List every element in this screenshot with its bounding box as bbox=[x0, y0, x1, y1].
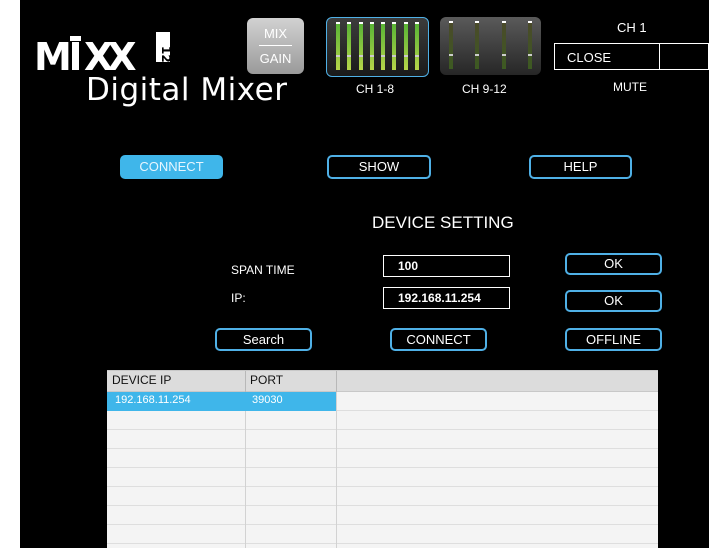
fader-marker bbox=[528, 54, 532, 56]
nav-show-button[interactable]: SHOW bbox=[327, 155, 431, 179]
level-meter-bar bbox=[381, 24, 385, 70]
column-divider bbox=[336, 392, 337, 548]
svg-text:M: M bbox=[34, 35, 72, 76]
nav-connect-button[interactable]: CONNECT bbox=[120, 155, 223, 179]
span-time-input[interactable]: 100 bbox=[383, 255, 510, 277]
level-meter-bar bbox=[415, 24, 419, 70]
column-header-device-ip: DEVICE IP bbox=[112, 373, 172, 387]
fader-marker bbox=[347, 55, 351, 57]
peak-marker bbox=[336, 22, 340, 24]
level-meter-bar bbox=[475, 23, 479, 69]
fader-marker bbox=[404, 55, 408, 57]
ip-input[interactable]: 192.168.11.254 bbox=[383, 287, 510, 309]
svg-text:12: 12 bbox=[159, 46, 173, 63]
channel-extra-box bbox=[658, 43, 709, 70]
device-ip-cell: 192.168.11.254 bbox=[115, 394, 191, 406]
peak-marker bbox=[370, 22, 374, 24]
level-meter-bar bbox=[370, 24, 374, 70]
peak-marker bbox=[381, 22, 385, 24]
fader-marker bbox=[475, 54, 479, 56]
device-setting-title: DEVICE SETTING bbox=[372, 213, 514, 232]
peak-marker bbox=[347, 22, 351, 24]
column-header-port: PORT bbox=[250, 373, 284, 387]
mute-label[interactable]: MUTE bbox=[613, 80, 647, 94]
close-button[interactable]: CLOSE bbox=[554, 43, 660, 70]
mix-gain-toggle[interactable]: MIX GAIN bbox=[247, 18, 304, 74]
table-row[interactable] bbox=[107, 411, 658, 430]
table-row[interactable] bbox=[107, 449, 658, 468]
offline-button[interactable]: OFFLINE bbox=[565, 328, 662, 351]
meter-label-ch9-12: CH 9-12 bbox=[462, 82, 507, 96]
table-row[interactable] bbox=[107, 525, 658, 544]
level-meter-bar bbox=[347, 24, 351, 70]
header-divider bbox=[336, 371, 337, 392]
level-meter-bar bbox=[392, 24, 396, 70]
ip-ok-button[interactable]: OK bbox=[565, 290, 662, 312]
fader-marker bbox=[381, 55, 385, 57]
meter-group-ch1-8[interactable] bbox=[326, 17, 429, 77]
svg-text:XX: XX bbox=[84, 35, 136, 76]
ip-label: IP: bbox=[231, 291, 246, 305]
mix-gain-divider bbox=[259, 45, 292, 46]
device-connect-button[interactable]: CONNECT bbox=[390, 328, 487, 351]
channel-name: CH 1 bbox=[617, 20, 647, 35]
fader-marker bbox=[359, 55, 363, 57]
header-divider bbox=[245, 371, 246, 392]
fader-marker bbox=[449, 54, 453, 56]
table-row[interactable] bbox=[107, 430, 658, 449]
table-header: DEVICE IP PORT bbox=[107, 370, 658, 392]
column-divider bbox=[245, 411, 246, 548]
span-time-ok-button[interactable]: OK bbox=[565, 253, 662, 275]
mixx-logo: M XX 12 bbox=[34, 32, 173, 76]
table-row[interactable]: 192.168.11.254 39030 bbox=[107, 392, 658, 411]
peak-marker bbox=[392, 22, 396, 24]
fader-marker bbox=[502, 54, 506, 56]
span-time-label: SPAN TIME bbox=[231, 263, 295, 277]
level-meter-bar bbox=[404, 24, 408, 70]
nav-help-button[interactable]: HELP bbox=[529, 155, 632, 179]
peak-marker bbox=[359, 22, 363, 24]
level-meter-bar bbox=[528, 23, 532, 69]
app-title: Digital Mixer bbox=[86, 72, 288, 108]
level-meter-bar bbox=[502, 23, 506, 69]
search-button[interactable]: Search bbox=[215, 328, 312, 351]
table-row[interactable] bbox=[107, 487, 658, 506]
fader-marker bbox=[415, 55, 419, 57]
close-label: CLOSE bbox=[567, 50, 612, 65]
level-meter-bar bbox=[336, 24, 340, 70]
peak-marker bbox=[502, 21, 506, 23]
gain-label: GAIN bbox=[259, 51, 292, 66]
table-row[interactable] bbox=[107, 506, 658, 525]
mixer-app: M XX 12 Digital Mixer MIX GAIN CH 1-8 CH… bbox=[20, 0, 709, 548]
table-row[interactable] bbox=[107, 468, 658, 487]
meter-group-ch9-12[interactable] bbox=[440, 17, 541, 75]
peak-marker bbox=[528, 21, 532, 23]
fader-marker bbox=[370, 55, 374, 57]
port-cell: 39030 bbox=[252, 394, 283, 406]
level-meter-bar bbox=[359, 24, 363, 70]
fader-marker bbox=[336, 55, 340, 57]
mix-label: MIX bbox=[263, 26, 288, 41]
level-meter-bar bbox=[449, 23, 453, 69]
peak-marker bbox=[475, 21, 479, 23]
device-table[interactable]: DEVICE IP PORT 192.168.11.254 39030 bbox=[107, 370, 658, 548]
peak-marker bbox=[449, 21, 453, 23]
fader-marker bbox=[392, 55, 396, 57]
peak-marker bbox=[415, 22, 419, 24]
peak-marker bbox=[404, 22, 408, 24]
meter-label-ch1-8: CH 1-8 bbox=[356, 82, 395, 96]
